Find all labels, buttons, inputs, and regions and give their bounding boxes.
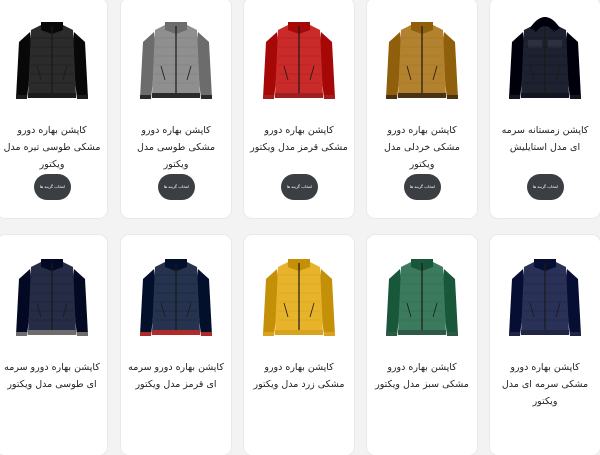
product-title[interactable]: کاپشن بهاره دورو سرمه ای طوسی مدل ویکتور: [3, 359, 101, 393]
product-card[interactable]: کاپشن بهاره دورو مشکی سبز مدل ویکتور: [367, 235, 477, 455]
product-title[interactable]: کاپشن بهاره دورو مشکی سبز مدل ویکتور: [373, 359, 471, 393]
product-card[interactable]: کاپشن بهاره دورو مشکی زرد مدل ویکتور: [244, 235, 354, 455]
product-title[interactable]: کاپشن بهاره دورو مشکی خردلی مدل ویکتور: [373, 122, 471, 173]
select-options-button[interactable]: انتخاب گزینه ها: [281, 174, 318, 200]
product-title[interactable]: کاپشن بهاره دورو مشکی زرد مدل ویکتور: [250, 359, 348, 393]
select-options-button[interactable]: انتخاب گزینه ها: [34, 174, 71, 200]
product-card[interactable]: کاپشن بهاره دورو سرمه ای طوسی مدل ویکتور: [0, 235, 107, 455]
jacket-image[interactable]: [490, 8, 600, 108]
product-title[interactable]: کاپشن بهاره دورو مشکی طوسی تیره مدل ویکت…: [3, 122, 101, 173]
select-options-button[interactable]: انتخاب گزینه ها: [527, 174, 564, 200]
product-title[interactable]: کاپشن بهاره دورو مشکی طوسی مدل ویکتور: [127, 122, 225, 173]
jacket-image[interactable]: [244, 245, 354, 345]
product-card[interactable]: کاپشن بهاره دورو مشکی طوسی تیره مدل ویکت…: [0, 0, 107, 218]
jacket-image[interactable]: [490, 245, 600, 345]
product-card[interactable]: کاپشن بهاره دورو مشکی سرمه ای مدل ویکتور: [490, 235, 600, 455]
jacket-image[interactable]: [244, 8, 354, 108]
jacket-image[interactable]: [367, 8, 477, 108]
product-card[interactable]: کاپشن بهاره دورو مشکی طوسی مدل ویکتور ان…: [121, 0, 231, 218]
product-card[interactable]: کاپشن زمستانه سرمه ای مدل استایلیش انتخا…: [490, 0, 600, 218]
product-title[interactable]: کاپشن زمستانه سرمه ای مدل استایلیش: [496, 122, 594, 156]
jacket-image[interactable]: [0, 8, 107, 108]
jacket-image[interactable]: [121, 8, 231, 108]
product-title[interactable]: کاپشن بهاره دورو سرمه ای قرمز مدل ویکتور: [127, 359, 225, 393]
product-card[interactable]: کاپشن بهاره دورو مشکی خردلی مدل ویکتور ا…: [367, 0, 477, 218]
product-title[interactable]: کاپشن بهاره دورو مشکی سرمه ای مدل ویکتور: [496, 359, 594, 410]
product-card[interactable]: کاپشن بهاره دورو سرمه ای قرمز مدل ویکتور: [121, 235, 231, 455]
product-title[interactable]: کاپشن بهاره دورو مشکی قرمز مدل ویکتور: [250, 122, 348, 156]
select-options-button[interactable]: انتخاب گزینه ها: [158, 174, 195, 200]
jacket-image[interactable]: [121, 245, 231, 345]
select-options-button[interactable]: انتخاب گزینه ها: [404, 174, 441, 200]
jacket-image[interactable]: [367, 245, 477, 345]
product-grid: کاپشن بهاره دورو مشکی طوسی تیره مدل ویکت…: [0, 0, 600, 455]
product-card[interactable]: کاپشن بهاره دورو مشکی قرمز مدل ویکتور ان…: [244, 0, 354, 218]
jacket-image[interactable]: [0, 245, 107, 345]
